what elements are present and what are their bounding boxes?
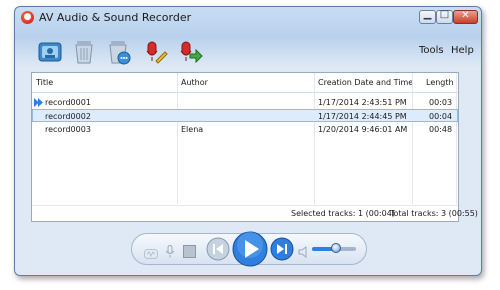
- cell-author: Elena: [181, 125, 204, 134]
- play-button[interactable]: [232, 231, 268, 271]
- player-controls: [131, 231, 367, 267]
- column-author[interactable]: Author: [181, 78, 208, 87]
- app-window: ● AV Audio & Sound Recorder ▁ □ ✕ Tools …: [14, 6, 482, 276]
- cell-title: record0003: [45, 125, 91, 134]
- title-bar[interactable]: ● AV Audio & Sound Recorder ▁ □ ✕: [15, 7, 481, 29]
- menu-tools[interactable]: Tools: [419, 45, 444, 56]
- cell-created: 1/20/2014 9:46:01 AM: [318, 125, 408, 134]
- delete-all-button[interactable]: [105, 39, 131, 65]
- close-button[interactable]: ✕: [453, 10, 478, 24]
- speaker-icon: [298, 246, 307, 258]
- column-title[interactable]: Title: [36, 78, 53, 87]
- cell-length: 00:03: [429, 98, 453, 107]
- skip-next-icon: [270, 237, 294, 261]
- minimize-icon: ▁: [423, 9, 432, 20]
- cell-created: 1/17/2014 2:44:45 PM: [318, 112, 407, 121]
- waveform-icon: [144, 249, 158, 259]
- column-divider: [314, 73, 315, 204]
- table-row[interactable]: record0003 Elena 1/20/2014 9:46:01 AM 00…: [32, 123, 458, 136]
- selected-tracks-status: Selected tracks: 1 (00:04): [291, 209, 395, 218]
- microphone-icon: [165, 245, 175, 258]
- volume-slider-thumb[interactable]: [331, 243, 341, 253]
- edit-track-button[interactable]: [143, 39, 169, 65]
- cell-length: 00:48: [429, 125, 453, 134]
- trash-with-dots-icon: [109, 41, 131, 65]
- stop-button[interactable]: [183, 243, 196, 262]
- column-creation-date[interactable]: Creation Date and Time: [318, 78, 413, 87]
- now-playing-icon: [34, 98, 43, 107]
- minimize-button[interactable]: ▁: [419, 9, 436, 24]
- cell-length: 00:04: [429, 112, 453, 121]
- cell-title: record0001: [45, 98, 91, 107]
- status-bar: Selected tracks: 1 (00:04) Total tracks:…: [32, 205, 478, 222]
- trash-icon: [75, 41, 93, 64]
- previous-button[interactable]: [206, 237, 230, 265]
- column-divider: [177, 73, 178, 204]
- next-button[interactable]: [270, 237, 294, 265]
- export-track-button[interactable]: [177, 39, 203, 65]
- cell-created: 1/17/2014 2:43:51 PM: [318, 98, 407, 107]
- column-divider: [412, 73, 413, 204]
- recorder-settings-button[interactable]: [37, 39, 63, 65]
- play-icon: [232, 231, 268, 267]
- cell-title: record0002: [45, 112, 91, 121]
- volume-slider[interactable]: [312, 243, 356, 253]
- maximize-icon: □: [439, 9, 450, 20]
- track-list[interactable]: Title Author Creation Date and Time Leng…: [31, 72, 478, 222]
- recorder-profile-icon: [38, 42, 62, 62]
- window-title: AV Audio & Sound Recorder: [39, 11, 192, 24]
- volume-icon-button[interactable]: [298, 243, 308, 262]
- app-record-icon: ●: [21, 11, 34, 24]
- microphone-pencil-icon: [146, 41, 168, 64]
- table-row[interactable]: record0002 1/17/2014 2:44:45 PM 00:04: [32, 109, 458, 122]
- record-button[interactable]: [165, 243, 175, 262]
- skip-previous-icon: [206, 237, 230, 261]
- total-tracks-status: Total tracks: 3 (00:55): [390, 209, 478, 218]
- column-length[interactable]: Length: [426, 78, 454, 87]
- microphone-arrow-icon: [180, 41, 203, 64]
- close-icon: ✕: [461, 10, 470, 21]
- waveform-button[interactable]: [144, 244, 158, 263]
- stop-icon: [183, 245, 196, 258]
- menu-help[interactable]: Help: [451, 45, 474, 56]
- toolbar: Tools Help: [15, 33, 481, 69]
- maximize-button[interactable]: □: [436, 9, 453, 24]
- table-row[interactable]: record0001 1/17/2014 2:43:51 PM 00:03: [32, 96, 458, 109]
- column-header-row: Title Author Creation Date and Time Leng…: [32, 73, 458, 93]
- column-divider: [456, 73, 457, 204]
- delete-button[interactable]: [71, 39, 97, 65]
